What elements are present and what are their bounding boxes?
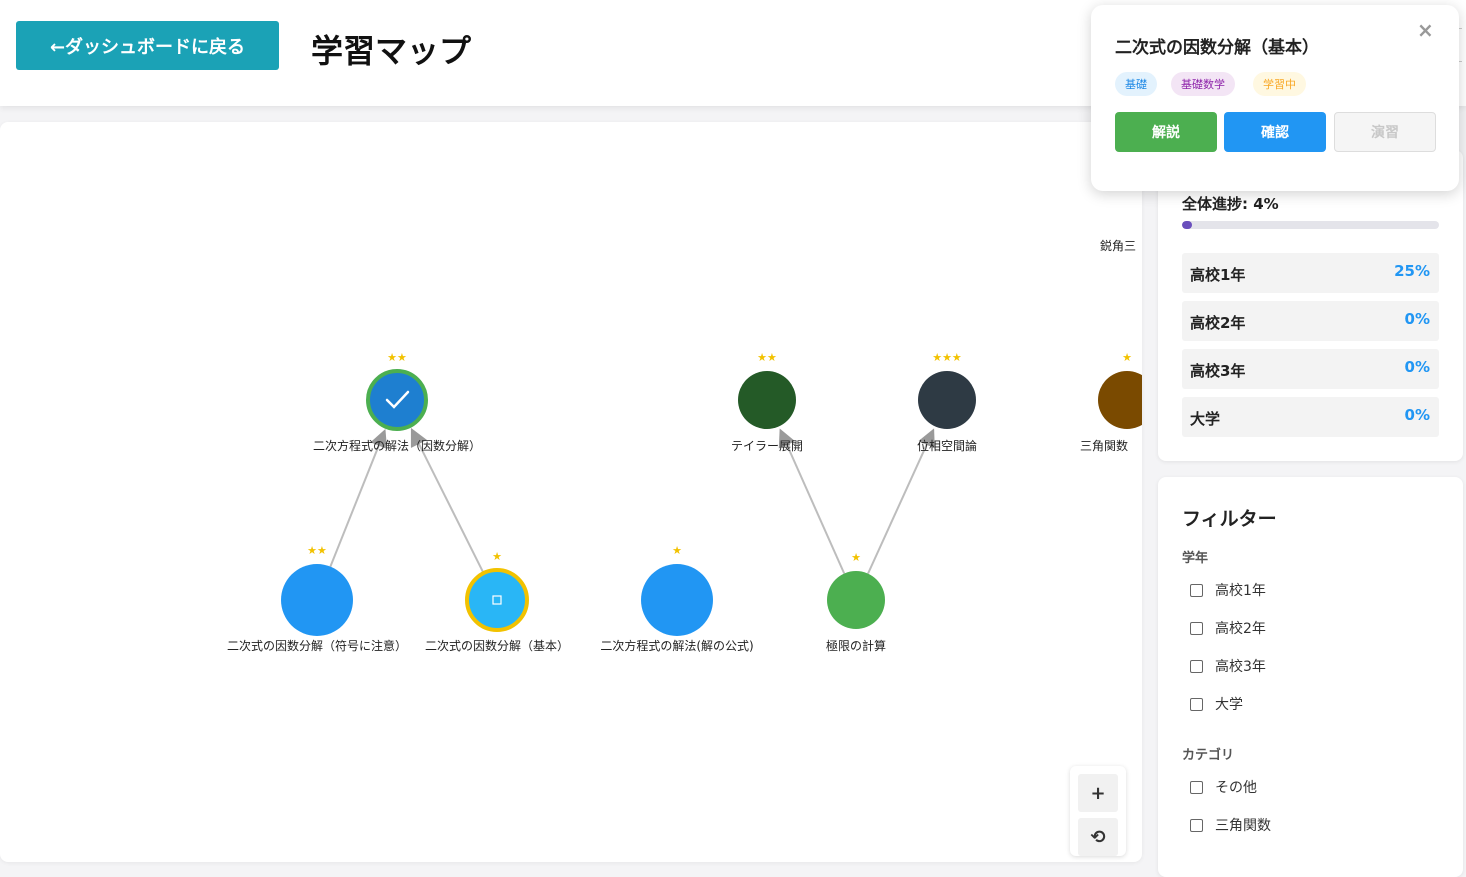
node-circle[interactable] (465, 568, 529, 632)
checkbox[interactable] (1190, 697, 1203, 711)
node-circle[interactable] (1098, 371, 1142, 429)
node-label: 二次方程式の解法(解の公式) (600, 638, 753, 653)
filter-category-option[interactable]: その他 (1190, 777, 1257, 797)
back-to-dashboard-button[interactable]: ←ダッシュボードに戻る (16, 21, 279, 70)
grade-name: 大学 (1190, 410, 1221, 428)
checkbox[interactable] (1190, 621, 1203, 635)
checkbox[interactable] (1190, 818, 1203, 832)
status-tag: 学習中 (1253, 72, 1306, 96)
confirm-button[interactable]: 確認 (1224, 112, 1326, 152)
difficulty-stars: ★★★ (932, 351, 962, 364)
grade-name: 高校3年 (1190, 362, 1246, 380)
map-node[interactable]: ★ 二次式の因数分解（基本） (425, 550, 569, 653)
filter-option-label: 高校3年 (1215, 659, 1266, 675)
node-circle[interactable] (641, 564, 713, 636)
grade-name: 高校1年 (1190, 266, 1246, 284)
filter-option-label: 高校2年 (1215, 621, 1266, 637)
difficulty-stars: ★ (492, 550, 502, 563)
learning-map-panel: ★★ 二次方程式の解法（因数分解） ★★ テイラー展開 ★★★ 位相空間論 ★ 三角関数 ★★ 二… (0, 122, 1142, 862)
reset-view-button[interactable]: ⟲ (1078, 818, 1118, 856)
difficulty-stars: ★★ (757, 351, 777, 364)
learning-map-canvas[interactable]: ★★二次方程式の解法（因数分解）★★テイラー展開★★★位相空間論★三角関数★★二… (0, 122, 1142, 862)
grade-name: 高校2年 (1190, 314, 1246, 332)
map-node[interactable]: ★★ テイラー展開 (731, 351, 803, 453)
level-tag: 基礎 (1115, 72, 1157, 96)
filter-grade-option[interactable]: 高校2年 (1190, 618, 1266, 638)
checkbox[interactable] (1190, 583, 1203, 597)
node-circle[interactable] (738, 371, 796, 429)
difficulty-stars: ★★ (387, 351, 407, 364)
grade-filter-heading: 学年 (1182, 551, 1209, 566)
filter-option-label: 高校1年 (1215, 583, 1266, 599)
popup-title: 二次式の因数分解（基本） (1115, 38, 1319, 58)
grade-progress-row: 大学 0% (1182, 397, 1439, 437)
node-label: テイラー展開 (731, 439, 803, 453)
partial-node-label: 鋭角三 (1100, 239, 1136, 253)
filter-option-label: その他 (1215, 780, 1257, 796)
grade-percent: 25% (1394, 262, 1430, 280)
map-node[interactable]: ★ 極限の計算 (826, 551, 886, 653)
filter-option-label: 三角関数 (1215, 818, 1271, 834)
node-circle[interactable] (281, 564, 353, 636)
filter-grade-option[interactable]: 大学 (1190, 694, 1243, 714)
practice-button[interactable]: 演習 (1334, 112, 1436, 152)
checkbox[interactable] (1190, 659, 1203, 673)
node-label: 二次方程式の解法（因数分解） (313, 438, 481, 453)
node-label: 位相空間論 (917, 438, 977, 453)
grade-progress-row: 高校3年 0% (1182, 349, 1439, 389)
filter-category-option[interactable]: 三角関数 (1190, 815, 1271, 835)
difficulty-stars: ★★ (307, 544, 327, 557)
filter-card: フィルター 学年 高校1年 高校2年 高校3年 大学 カテゴリ その他 三角関数 (1158, 477, 1463, 877)
map-node[interactable]: ★ 三角関数 (1080, 351, 1142, 453)
map-node[interactable]: ★★★ 位相空間論 (917, 351, 977, 453)
filter-title: フィルター (1182, 508, 1277, 530)
map-node[interactable]: ★★ 二次方程式の解法（因数分解） (313, 351, 481, 453)
zoom-controls: + ⟲ (1070, 766, 1126, 856)
close-icon[interactable]: × (1417, 18, 1434, 42)
node-label: 極限の計算 (826, 638, 886, 653)
grade-progress-row: 高校1年 25% (1182, 253, 1439, 293)
zoom-in-button[interactable]: + (1078, 774, 1118, 812)
node-circle[interactable] (827, 571, 885, 629)
grade-percent: 0% (1404, 406, 1430, 424)
difficulty-stars: ★ (851, 551, 861, 564)
overall-progress-fill (1182, 221, 1193, 229)
node-label: 三角関数 (1080, 438, 1128, 453)
filter-grade-option[interactable]: 高校1年 (1190, 580, 1266, 600)
filter-option-label: 大学 (1215, 697, 1243, 713)
node-detail-popup: 二次式の因数分解（基本） × 基礎 基礎数学 学習中 解説 確認 演習 (1091, 5, 1459, 191)
node-circle[interactable] (918, 371, 976, 429)
category-tag: 基礎数学 (1171, 72, 1235, 96)
map-node[interactable]: ★ 二次方程式の解法(解の公式) (600, 544, 753, 653)
progress-card: 全体進捗: 4% 高校1年 25% 高校2年 0% 高校3年 0% 大学 0% (1158, 150, 1463, 461)
explanation-button[interactable]: 解説 (1115, 112, 1217, 152)
checkbox[interactable] (1190, 780, 1203, 794)
overall-progress-bar (1182, 221, 1439, 229)
node-label: 二次式の因数分解（符号に注意） (227, 638, 407, 653)
overall-progress-label: 全体進捗: 4% (1182, 195, 1279, 213)
difficulty-stars: ★ (672, 544, 682, 557)
node-circle[interactable] (366, 369, 428, 431)
filter-grade-option[interactable]: 高校3年 (1190, 656, 1266, 676)
grade-percent: 0% (1404, 358, 1430, 376)
page-title: 学習マップ (311, 32, 472, 70)
node-label: 二次式の因数分解（基本） (425, 638, 569, 653)
grade-progress-row: 高校2年 0% (1182, 301, 1439, 341)
category-filter-heading: カテゴリ (1182, 748, 1235, 763)
difficulty-stars: ★ (1122, 351, 1132, 364)
grade-percent: 0% (1404, 310, 1430, 328)
map-node[interactable]: ★★ 二次式の因数分解（符号に注意） (227, 544, 407, 653)
